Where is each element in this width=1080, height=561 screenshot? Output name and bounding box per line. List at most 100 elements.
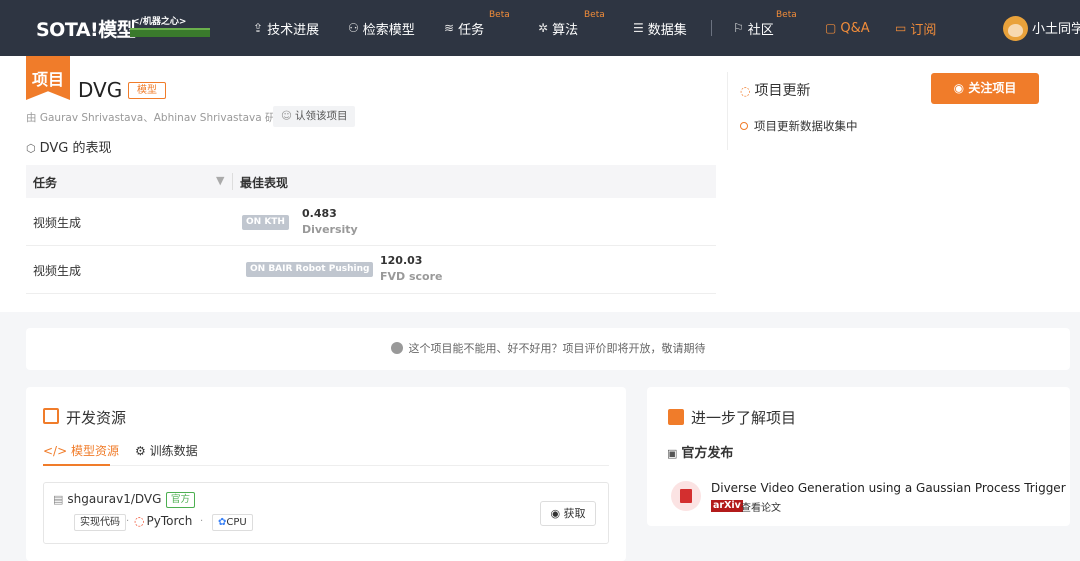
nav-item-search-models[interactable]: ⚇ 检索模型 — [348, 18, 415, 38]
nav-item-algorithms[interactable]: ✲ 算法 Beta — [538, 10, 605, 38]
nav-item-qa[interactable]: ▢ Q&A — [825, 18, 870, 38]
nav-item-subscribe[interactable]: ▭ 订阅 — [895, 18, 936, 38]
nav-item-label: 订阅 — [910, 22, 937, 38]
nav-item-progress[interactable]: ⇪ 技术进展 — [253, 18, 319, 38]
tab-underline — [43, 465, 609, 466]
follow-project-button[interactable]: ◉ 关注项目 — [931, 73, 1039, 104]
paper-title-link[interactable]: Diverse Video Generation using a Gaussia… — [711, 481, 1066, 495]
official-badge: 官方 — [166, 492, 196, 508]
rocket-icon: ⇪ — [253, 21, 264, 35]
nav-divider — [711, 20, 712, 36]
nav-item-datasets[interactable]: ☰ 数据集 — [633, 18, 687, 38]
training-icon: ⚙ — [135, 444, 150, 458]
framework-label: ◌ PyTorch — [134, 514, 192, 528]
task-link[interactable]: 视频生成 — [33, 262, 81, 279]
top-navbar: SOTA!模型 </机器之心> ⇪ 技术进展 ⚇ 检索模型 ≋ 任务 Beta … — [0, 0, 1080, 56]
nav-item-label: Q&A — [840, 20, 870, 36]
beta-badge: Beta — [584, 10, 605, 20]
nav-item-label: 任务 — [458, 22, 485, 38]
official-release-text: 官方发布 — [681, 446, 734, 461]
chat-bubble-icon: ◌ — [740, 84, 751, 98]
nav-item-label: 检索模型 — [362, 22, 415, 38]
pytorch-icon: ◌ — [134, 514, 145, 528]
performance-table: 任务 ▼ 最佳表现 视频生成 ON KTH 0.483 Diversity 视频… — [26, 165, 716, 294]
nav-item-tasks[interactable]: ≋ 任务 Beta — [444, 10, 510, 38]
database-icon: ☰ — [633, 21, 644, 35]
project-authors: 由 Gaurav Shrivastava、Abhinav Shrivastava… — [26, 112, 287, 124]
tab-model-resources[interactable]: </> 模型资源 — [43, 442, 119, 459]
get-repo-button[interactable]: ◉ 获取 — [540, 501, 596, 526]
device-chip: ✿CPU — [212, 514, 253, 531]
separator-dot: · — [200, 516, 204, 527]
table-header: 任务 ▼ 最佳表现 — [26, 165, 716, 198]
nav-item-label: 数据集 — [647, 22, 687, 38]
follow-icon: ◉ — [953, 81, 969, 95]
tab-label: 模型资源 — [70, 444, 119, 458]
updates-title-text: 项目更新 — [754, 83, 811, 99]
project-title: DVG — [78, 78, 123, 102]
repo-link[interactable]: ▤ shgaurav1/DVG — [53, 492, 161, 506]
table-row: 视频生成 ON BAIR Robot Pushing 120.03 FVD sc… — [26, 246, 716, 294]
user-name[interactable]: 小土同学 — [1032, 18, 1080, 37]
document-icon — [668, 409, 684, 425]
update-item: 项目更新数据收集中 — [740, 118, 858, 134]
user-avatar[interactable] — [1003, 16, 1028, 41]
column-divider — [232, 173, 233, 190]
paper-icon — [671, 481, 701, 511]
filter-icon[interactable]: ▼ — [216, 174, 224, 187]
nav-item-label: 技术进展 — [267, 22, 320, 38]
column-header-best: 最佳表现 — [240, 176, 289, 190]
metric-value: 120.03 — [380, 254, 423, 267]
model-tag: 模型 — [128, 82, 166, 99]
feedback-bar: 这个项目能不能用、好不好用？项目评价即将开放，敬请期待 — [26, 328, 1070, 370]
active-tab-indicator — [43, 464, 110, 466]
tab-training-data[interactable]: ⚙ 训练数据 — [135, 442, 198, 459]
nav-item-community[interactable]: ⚐ 社区 Beta — [733, 10, 797, 38]
hexagon-icon: ⬡ — [26, 142, 36, 155]
layers-icon: ≋ — [444, 21, 455, 35]
nav-item-label: 社区 — [747, 22, 774, 38]
column-header-task: 任务 — [33, 176, 58, 190]
performance-title: ⬡ DVG 的表现 — [26, 137, 112, 156]
algorithm-icon: ✲ — [538, 21, 549, 35]
follow-label: 关注项目 — [968, 81, 1017, 95]
separator-dot: · — [126, 516, 130, 527]
metric-name: Diversity — [302, 223, 358, 236]
comment-icon — [390, 342, 403, 354]
timeline-dot-icon — [740, 122, 748, 130]
beta-badge: Beta — [776, 10, 797, 20]
beta-badge: Beta — [489, 10, 510, 20]
repo-name-text: shgaurav1/DVG — [67, 492, 162, 506]
metric-value: 0.483 — [302, 207, 337, 220]
repo-icon: ▤ — [53, 493, 64, 506]
get-label: 获取 — [563, 507, 586, 520]
logo-decoration — [130, 28, 210, 37]
flag-icon: ⚐ — [733, 21, 744, 35]
code-box-icon — [43, 408, 59, 424]
arxiv-logo: arXiv — [711, 500, 743, 512]
update-item-text: 项目更新数据收集中 — [754, 119, 858, 133]
dev-resources-title: 开发资源 — [66, 409, 127, 427]
view-paper-link[interactable]: 查看论文 — [741, 499, 781, 514]
section-divider — [727, 72, 728, 150]
dataset-badge[interactable]: ON BAIR Robot Pushing — [246, 262, 374, 277]
impl-code-chip: 实现代码 — [74, 514, 126, 531]
official-release-title: ▣ 官方发布 — [667, 442, 733, 461]
task-link[interactable]: 视频生成 — [33, 214, 81, 231]
framework-text: PyTorch — [146, 514, 193, 528]
github-icon: ◉ — [550, 507, 564, 520]
bookmark-icon: ▭ — [895, 21, 907, 35]
table-row: 视频生成 ON KTH 0.483 Diversity — [26, 198, 716, 246]
qa-icon: ▢ — [825, 21, 837, 35]
monitor-icon: ▣ — [667, 447, 678, 460]
claim-project-label: 认领该项目 — [294, 110, 348, 122]
dataset-badge[interactable]: ON KTH — [242, 215, 289, 230]
site-logo[interactable]: SOTA!模型 </机器之心> — [34, 11, 210, 43]
claim-project-button[interactable]: ☺ 认领该项目 — [273, 106, 356, 127]
learn-more-title: 进一步了解项目 — [691, 409, 797, 427]
performance-title-text: DVG 的表现 — [39, 141, 112, 156]
feedback-text: 这个项目能不能用、好不好用？项目评价即将开放，敬请期待 — [408, 342, 706, 355]
metric-name: FVD score — [380, 270, 443, 283]
device-text: CPU — [226, 517, 247, 528]
tab-label: 训练数据 — [149, 444, 198, 458]
